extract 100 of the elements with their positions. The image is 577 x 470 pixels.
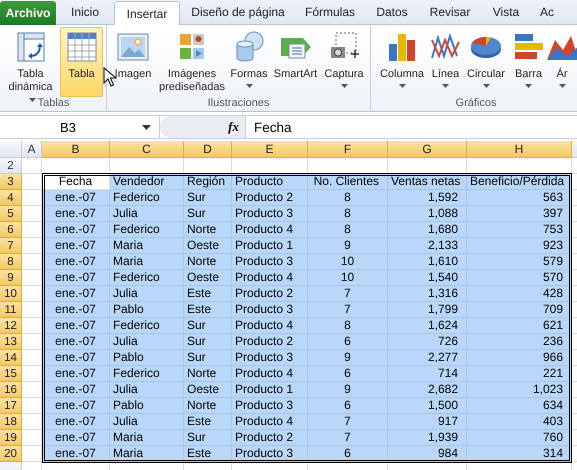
formula-field[interactable]: Fecha: [245, 116, 577, 138]
column-header[interactable]: F: [308, 141, 388, 158]
row-header[interactable]: 9: [0, 270, 22, 286]
table-cell: 753: [467, 222, 572, 238]
ribbon-button[interactable]: Barra: [511, 27, 546, 97]
ribbon-button[interactable]: Tabla: [60, 27, 103, 97]
row-header[interactable]: 18: [0, 414, 22, 430]
column-header[interactable]: [572, 141, 577, 158]
table-cell: Este: [184, 286, 232, 302]
ribbon-tab[interactable]: Inicio: [56, 0, 114, 24]
ribbon-tab[interactable]: Ac: [532, 0, 562, 24]
table-cell: 563: [467, 190, 572, 206]
row-header[interactable]: 16: [0, 382, 22, 398]
row-header[interactable]: 14: [0, 350, 22, 366]
table-cell: ene.-07: [42, 382, 110, 398]
row-header[interactable]: 6: [0, 222, 22, 238]
table-cell: 314: [467, 446, 572, 462]
ribbon-button[interactable]: Captura: [322, 27, 366, 97]
ribbon-tab[interactable]: Vista: [480, 0, 532, 24]
row-header[interactable]: 3: [0, 174, 22, 190]
table-cell: ene.-07: [42, 190, 110, 206]
table-cell: Producto 4: [232, 414, 308, 430]
column-header[interactable]: A: [22, 141, 42, 158]
row-header[interactable]: 15: [0, 366, 22, 382]
table-cell: 2,133: [388, 238, 467, 254]
ribbon-button[interactable]: Circular: [464, 27, 508, 97]
table-cell: 2,277: [388, 350, 467, 366]
column-header[interactable]: D: [184, 141, 232, 158]
pointer-icon: [103, 67, 117, 87]
column-header[interactable]: E: [232, 141, 308, 158]
table-cell: 8: [308, 318, 388, 334]
row-header[interactable]: 7: [0, 238, 22, 254]
column-title-cell: Beneficio/Pérdida: [467, 174, 572, 190]
table-cell: 1,500: [388, 398, 467, 414]
row-header[interactable]: 4: [0, 190, 22, 206]
table-cell: 8: [308, 190, 388, 206]
table-cell: Producto 1: [232, 238, 308, 254]
ribbon-button[interactable]: Formas: [229, 27, 269, 97]
table-cell: 966: [467, 350, 572, 366]
ribbon-button[interactable]: Línea: [430, 27, 461, 97]
ribbon-button[interactable]: Tabla dinámica: [4, 27, 57, 97]
row-header[interactable]: 2: [0, 158, 22, 174]
table-cell: 984: [388, 446, 467, 462]
table-cell: Norte: [184, 398, 232, 414]
table-cell: Maria: [110, 430, 184, 446]
ribbon-tab[interactable]: Diseño de página: [180, 0, 296, 24]
table-cell: 221: [467, 366, 572, 382]
table-cell: 1,799: [388, 302, 467, 318]
table-cell: 714: [388, 366, 467, 382]
table-cell: ene.-07: [42, 206, 110, 222]
table-cell: 709: [467, 302, 572, 318]
ribbon-tab[interactable]: Fórmulas: [296, 0, 364, 24]
table-cell: Producto 4: [232, 222, 308, 238]
table-cell: 1,088: [388, 206, 467, 222]
table-cell: Producto 3: [232, 350, 308, 366]
row-header[interactable]: 11: [0, 302, 22, 318]
ribbon-tab[interactable]: Datos: [364, 0, 420, 24]
table-cell: 6: [308, 334, 388, 350]
row-header[interactable]: 17: [0, 398, 22, 414]
row-header[interactable]: 10: [0, 286, 22, 302]
table-cell: 403: [467, 414, 572, 430]
ribbon-button[interactable]: Imagen: [111, 27, 155, 97]
table-cell: 8: [308, 222, 388, 238]
table-cell: Este: [184, 414, 232, 430]
ribbon-tab[interactable]: Revisar: [420, 0, 480, 24]
insert-function-button[interactable]: fx: [228, 119, 239, 135]
table-cell: Norte: [184, 366, 232, 382]
row-header[interactable]: 13: [0, 334, 22, 350]
column-header[interactable]: C: [110, 141, 184, 158]
group-label: Tablas: [36, 97, 70, 111]
ribbon-button[interactable]: Imágenes prediseñadas: [158, 27, 226, 97]
table-cell: ene.-07: [42, 238, 110, 254]
table-cell: ene.-07: [42, 350, 110, 366]
table-cell: Pablo: [110, 398, 184, 414]
table-cell: 6: [308, 398, 388, 414]
row-header[interactable]: 20: [0, 446, 22, 462]
row-header[interactable]: 12: [0, 318, 22, 334]
table-cell: Producto 2: [232, 286, 308, 302]
name-box[interactable]: B3: [0, 116, 160, 138]
table-cell: Norte: [184, 222, 232, 238]
table-cell: 2,682: [388, 382, 467, 398]
table-cell: ene.-07: [42, 366, 110, 382]
column-title-cell: Producto: [232, 174, 308, 190]
row-header[interactable]: 19: [0, 430, 22, 446]
select-all-corner[interactable]: [0, 141, 22, 158]
table-cell: Pablo: [110, 350, 184, 366]
ribbon-button[interactable]: Ár: [549, 27, 575, 97]
table-cell: 236: [467, 334, 572, 350]
file-tab[interactable]: Archivo: [0, 1, 56, 25]
table-cell: Julia: [110, 334, 184, 350]
ribbon-tab[interactable]: Insertar: [114, 1, 180, 26]
column-header[interactable]: G: [388, 141, 467, 158]
column-header[interactable]: H: [467, 141, 572, 158]
ribbon-button[interactable]: SmartArt: [272, 27, 319, 97]
table-icon: [64, 30, 98, 64]
ribbon-button[interactable]: Columna: [377, 27, 427, 97]
row-header[interactable]: 5: [0, 206, 22, 222]
row-header[interactable]: 8: [0, 254, 22, 270]
column-header[interactable]: B: [42, 141, 110, 158]
table-cell: ene.-07: [42, 318, 110, 334]
